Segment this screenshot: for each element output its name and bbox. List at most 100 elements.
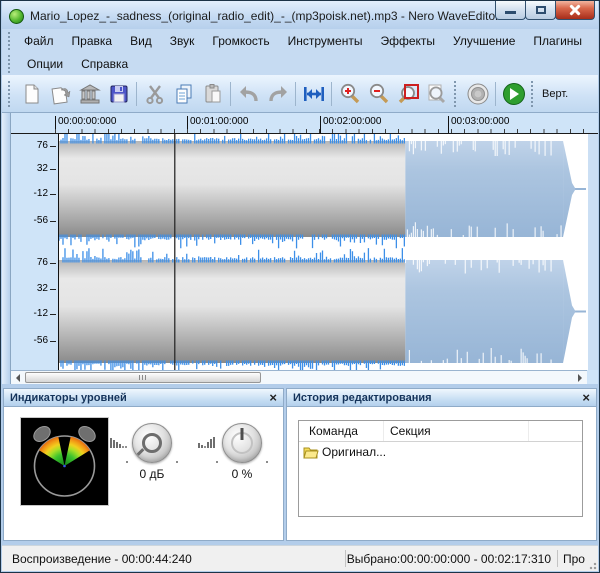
open-file-button[interactable]: [46, 79, 75, 108]
toolbar-separator: [331, 82, 332, 106]
floppy-save-icon: [108, 83, 130, 105]
toolbar-grip-icon[interactable]: [531, 81, 537, 107]
amplitude-scale: 76 32 -12 -56 76 32 -12 -56: [11, 134, 58, 370]
menu-item-view[interactable]: Вид: [121, 31, 161, 51]
history-table-header: Команда Секция: [299, 421, 582, 442]
menu-item-tools[interactable]: Инструменты: [279, 31, 372, 51]
zoom-in-icon: [338, 82, 362, 106]
minimize-button[interactable]: [495, 1, 526, 20]
menu-item-volume[interactable]: Громкость: [203, 31, 278, 51]
caption-buttons: [496, 1, 595, 20]
gain-value-label: 0 дБ: [122, 467, 182, 481]
menu-item-windows[interactable]: Окна: [591, 31, 600, 51]
fit-width-button[interactable]: [299, 79, 328, 108]
scale-value: 32: [37, 164, 48, 174]
menu-item-audio[interactable]: Звук: [161, 31, 204, 51]
menu-grip-icon[interactable]: [8, 32, 10, 50]
edit-history-header[interactable]: История редактирования ×: [286, 388, 597, 407]
toolbar-grip-icon[interactable]: [454, 81, 460, 107]
cut-button[interactable]: [140, 79, 169, 108]
toolbar-separator: [136, 82, 137, 106]
play-icon: [501, 81, 527, 107]
menu-item-plugins[interactable]: Плагины: [524, 31, 591, 51]
scale-value: 76: [37, 141, 48, 151]
menu-item-effects[interactable]: Эффекты: [371, 31, 444, 51]
selection-range-status: Выбрано:00:00:00:000 - 00:02:17:310: [347, 552, 551, 566]
history-row-original[interactable]: Оригинал...: [299, 442, 582, 462]
toolbar-separator: [495, 82, 496, 106]
edit-history-panel: История редактирования × Команда Секция …: [286, 388, 597, 541]
undo-icon: [237, 83, 261, 105]
level-indicators-header[interactable]: Индикаторы уровней ×: [3, 388, 284, 407]
column-header-command[interactable]: Команда: [299, 421, 384, 441]
column-header-section[interactable]: Секция: [384, 421, 529, 441]
bank-icon: [79, 83, 101, 105]
undo-button[interactable]: [234, 79, 263, 108]
percent-knob[interactable]: [222, 423, 262, 463]
menu-item-options[interactable]: Опции: [18, 54, 72, 74]
open-file-icon: [50, 83, 72, 105]
paste-icon: [202, 83, 224, 105]
menu-grip-icon[interactable]: [8, 55, 13, 73]
scrollbar-thumb[interactable]: [25, 372, 261, 383]
redo-button[interactable]: [263, 79, 292, 108]
copy-button[interactable]: [169, 79, 198, 108]
toolbar: Верт.: [2, 75, 598, 113]
zoom-all-icon: [425, 82, 449, 106]
maximize-button[interactable]: [525, 1, 556, 20]
menu-item-help[interactable]: Справка: [72, 54, 137, 74]
scroll-left-arrow-icon[interactable]: [11, 371, 25, 384]
menu-item-enhancement[interactable]: Улучшение: [444, 31, 524, 51]
scroll-right-arrow-icon[interactable]: [573, 371, 587, 384]
toolbar-separator: [230, 82, 231, 106]
minimize-icon: [505, 11, 516, 14]
play-button[interactable]: [499, 79, 528, 108]
vertical-zoom-label[interactable]: Верт.: [542, 88, 568, 100]
restore-icon: [536, 6, 546, 14]
dock-strip: [2, 113, 11, 384]
gain-knob-tail: [137, 448, 145, 456]
save-button[interactable]: [104, 79, 133, 108]
archive-button[interactable]: [75, 79, 104, 108]
gain-knob[interactable]: [132, 423, 172, 463]
vertical-scroll-strip[interactable]: [588, 134, 598, 370]
edit-history-body: Команда Секция Оригинал...: [286, 407, 597, 541]
resize-grip-icon[interactable]: [587, 560, 597, 570]
zoom-out-button[interactable]: [364, 79, 393, 108]
copy-icon: [173, 83, 195, 105]
column-header-blank: [529, 421, 582, 441]
paste-button[interactable]: [198, 79, 227, 108]
toolbar-grip-icon[interactable]: [8, 81, 14, 107]
zoom-in-button[interactable]: [335, 79, 364, 108]
history-row-label: Оригинал...: [322, 445, 386, 459]
close-button[interactable]: [555, 1, 595, 20]
scale-value: -12: [34, 189, 48, 199]
stereo-level-gauge: [20, 417, 109, 506]
redo-icon: [266, 83, 290, 105]
time-ruler[interactable]: 00:00:00:000 00:01:00:000 00:02:00:000 0…: [11, 115, 598, 134]
level-indicators-title: Индикаторы уровней: [10, 392, 127, 404]
menu-item-edit[interactable]: Правка: [63, 31, 122, 51]
scale-value: 76: [37, 258, 48, 268]
status-bar: Воспроизведение - 00:00:44:240 Выбрано:0…: [2, 545, 598, 571]
record-button[interactable]: [463, 79, 492, 108]
knob-min-dot: [216, 461, 218, 463]
close-panel-icon[interactable]: ×: [269, 391, 277, 404]
new-document-icon: [21, 83, 43, 105]
menu-item-file[interactable]: Файл: [15, 31, 63, 51]
scale-value: -56: [34, 216, 48, 226]
history-table[interactable]: Команда Секция Оригинал...: [298, 420, 583, 517]
folder-icon: [303, 446, 319, 459]
wave-canvas[interactable]: [58, 134, 588, 370]
waveform-view: 00:00:00:000 00:01:00:000 00:02:00:000 0…: [11, 113, 598, 384]
zoom-selection-icon: [396, 82, 420, 106]
zoom-all-button[interactable]: [422, 79, 451, 108]
horizontal-scrollbar[interactable]: [11, 370, 587, 384]
gauge-graphic: [21, 418, 108, 505]
window-title: Mario_Lopez_-_sadness_(original_radio_ed…: [30, 9, 499, 23]
percent-bars-icon: [198, 437, 215, 449]
scale-value: 32: [37, 284, 48, 294]
new-file-button[interactable]: [17, 79, 46, 108]
close-panel-icon[interactable]: ×: [582, 391, 590, 404]
zoom-selection-button[interactable]: [393, 79, 422, 108]
